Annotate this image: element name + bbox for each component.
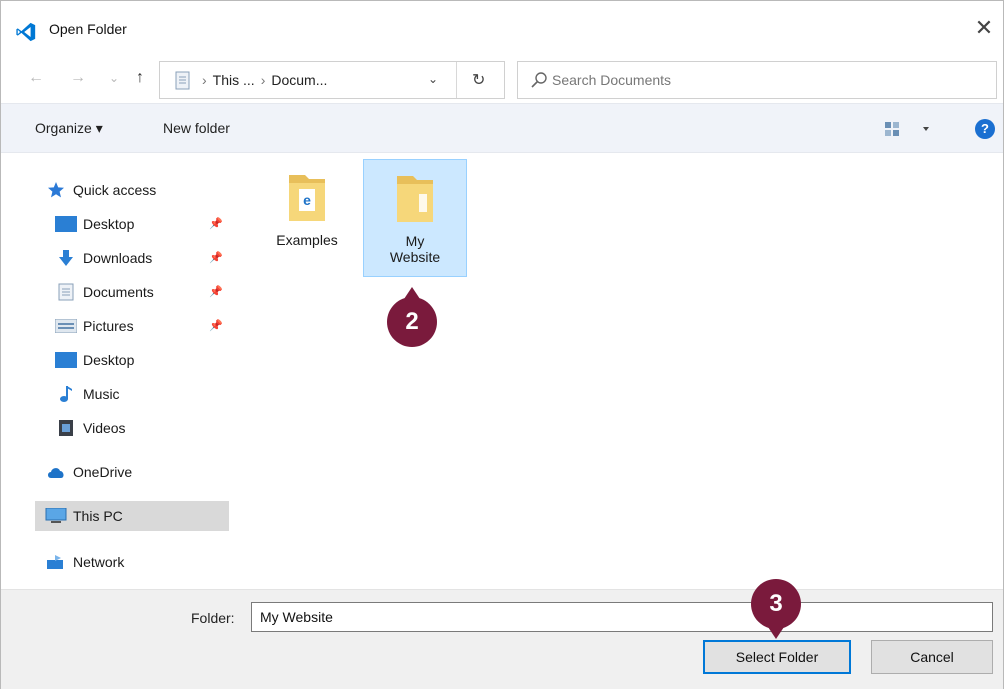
search-box[interactable]: Search Documents bbox=[517, 61, 997, 99]
step-2-callout: 2 bbox=[387, 287, 437, 347]
documents-icon bbox=[55, 283, 77, 301]
folder-item-label-line1: My bbox=[405, 233, 425, 249]
navigation-row: ← → ⌄ ↑ › This ... › Docum... ⌄ ↻ Search Do… bbox=[1, 53, 1003, 103]
sidebar-item-desktop[interactable]: Desktop bbox=[55, 209, 134, 239]
folder-content-pane: e Examples My Website bbox=[233, 153, 1003, 589]
refresh-icon[interactable]: ↻ bbox=[472, 70, 485, 90]
up-arrow-icon[interactable]: ↑ bbox=[129, 67, 151, 89]
desktop-icon bbox=[55, 215, 77, 233]
breadcrumb-separator: › bbox=[260, 72, 266, 88]
sidebar-item-pictures[interactable]: Pictures bbox=[55, 311, 134, 341]
sidebar-item-documents[interactable]: Documents bbox=[55, 277, 154, 307]
folder-field-label: Folder: bbox=[191, 610, 235, 626]
breadcrumb-documents[interactable]: Docum... bbox=[271, 72, 327, 88]
folder-item-label-line2: Website bbox=[389, 249, 441, 265]
folder-icon: e bbox=[289, 175, 325, 221]
sidebar-item-label: This PC bbox=[73, 508, 123, 524]
sidebar-item-quick-access[interactable]: Quick access bbox=[45, 175, 156, 205]
svg-text:e: e bbox=[303, 192, 311, 208]
pictures-icon bbox=[55, 317, 77, 335]
sidebar-item-label: Desktop bbox=[83, 352, 135, 368]
sidebar-item-desktop-2[interactable]: Desktop bbox=[55, 345, 134, 375]
forward-arrow-icon[interactable]: → bbox=[67, 67, 89, 89]
cloud-icon bbox=[45, 463, 67, 481]
sidebar-item-label: Music bbox=[83, 386, 120, 402]
sidebar-item-label: Pictures bbox=[83, 318, 134, 334]
music-note-icon bbox=[55, 385, 77, 403]
sidebar-item-label: Quick access bbox=[73, 182, 157, 198]
star-icon bbox=[45, 181, 67, 199]
pin-icon[interactable]: 📌 bbox=[209, 251, 223, 264]
sidebar-item-music[interactable]: Music bbox=[55, 379, 120, 409]
videos-icon bbox=[55, 419, 77, 437]
folder-name-input[interactable] bbox=[251, 602, 993, 632]
breadcrumb-separator: › bbox=[202, 72, 207, 88]
pin-icon[interactable]: 📌 bbox=[209, 319, 223, 332]
computer-icon bbox=[45, 507, 67, 525]
sidebar-item-label: Network bbox=[73, 554, 125, 570]
back-arrow-icon[interactable]: ← bbox=[25, 67, 47, 89]
sidebar-item-downloads[interactable]: Downloads bbox=[55, 243, 152, 273]
sidebar-item-label: Desktop bbox=[83, 216, 135, 232]
dialog-footer: Folder: Select Folder Cancel bbox=[1, 589, 1003, 689]
address-bar[interactable]: › This ... › Docum... ⌄ ↻ bbox=[159, 61, 505, 99]
help-icon[interactable]: ? bbox=[975, 119, 995, 139]
breadcrumb-this-pc[interactable]: This ... bbox=[213, 72, 255, 88]
sidebar-item-label: OneDrive bbox=[73, 464, 133, 480]
sidebar-item-label: Documents bbox=[83, 284, 154, 300]
view-options-icon[interactable] bbox=[883, 118, 935, 140]
organize-button[interactable]: Organize ▾ bbox=[35, 120, 103, 137]
sidebar-item-onedrive[interactable]: OneDrive bbox=[45, 457, 132, 487]
sidebar-item-network[interactable]: Network bbox=[45, 547, 124, 577]
select-folder-button[interactable]: Select Folder bbox=[703, 640, 851, 674]
step-3-callout: 3 bbox=[751, 579, 801, 639]
vscode-icon bbox=[16, 22, 36, 42]
chevron-down-icon[interactable]: ⌄ bbox=[428, 72, 438, 86]
desktop-icon bbox=[55, 351, 77, 369]
breadcrumb: › This ... › Docum... bbox=[202, 72, 327, 88]
window-title: Open Folder bbox=[49, 21, 127, 37]
network-icon bbox=[45, 553, 67, 571]
folder-icon bbox=[397, 176, 433, 222]
folder-item-my-website[interactable]: My Website bbox=[363, 159, 467, 277]
sidebar-item-label: Downloads bbox=[83, 250, 153, 266]
address-divider bbox=[456, 62, 457, 98]
recent-locations-icon[interactable]: ⌄ bbox=[103, 67, 125, 89]
pin-icon[interactable]: 📌 bbox=[209, 217, 223, 230]
sidebar-item-label: Videos bbox=[83, 420, 126, 436]
search-icon bbox=[531, 72, 547, 88]
folder-item-label: Examples bbox=[276, 232, 338, 248]
new-folder-button[interactable]: New folder bbox=[163, 120, 230, 136]
sidebar-item-videos[interactable]: Videos bbox=[55, 413, 126, 443]
search-input[interactable]: Search Documents bbox=[552, 72, 671, 88]
title-bar: Open Folder ✕ bbox=[1, 1, 1003, 53]
sidebar-item-this-pc[interactable]: This PC bbox=[35, 501, 229, 531]
folder-item-examples[interactable]: e Examples bbox=[255, 159, 359, 277]
pin-icon[interactable]: 📌 bbox=[209, 285, 223, 298]
open-folder-dialog: Open Folder ✕ ← → ⌄ ↑ › This ... › Docum...… bbox=[0, 0, 1004, 689]
download-arrow-icon bbox=[55, 249, 77, 267]
navigation-pane: Quick access Desktop 📌 Downloads 📌 Docum… bbox=[1, 153, 233, 589]
close-icon[interactable]: ✕ bbox=[971, 15, 997, 41]
toolbar: Organize ▾ New folder ? bbox=[1, 103, 1003, 153]
cancel-button[interactable]: Cancel bbox=[871, 640, 993, 674]
documents-location-icon bbox=[175, 71, 190, 90]
